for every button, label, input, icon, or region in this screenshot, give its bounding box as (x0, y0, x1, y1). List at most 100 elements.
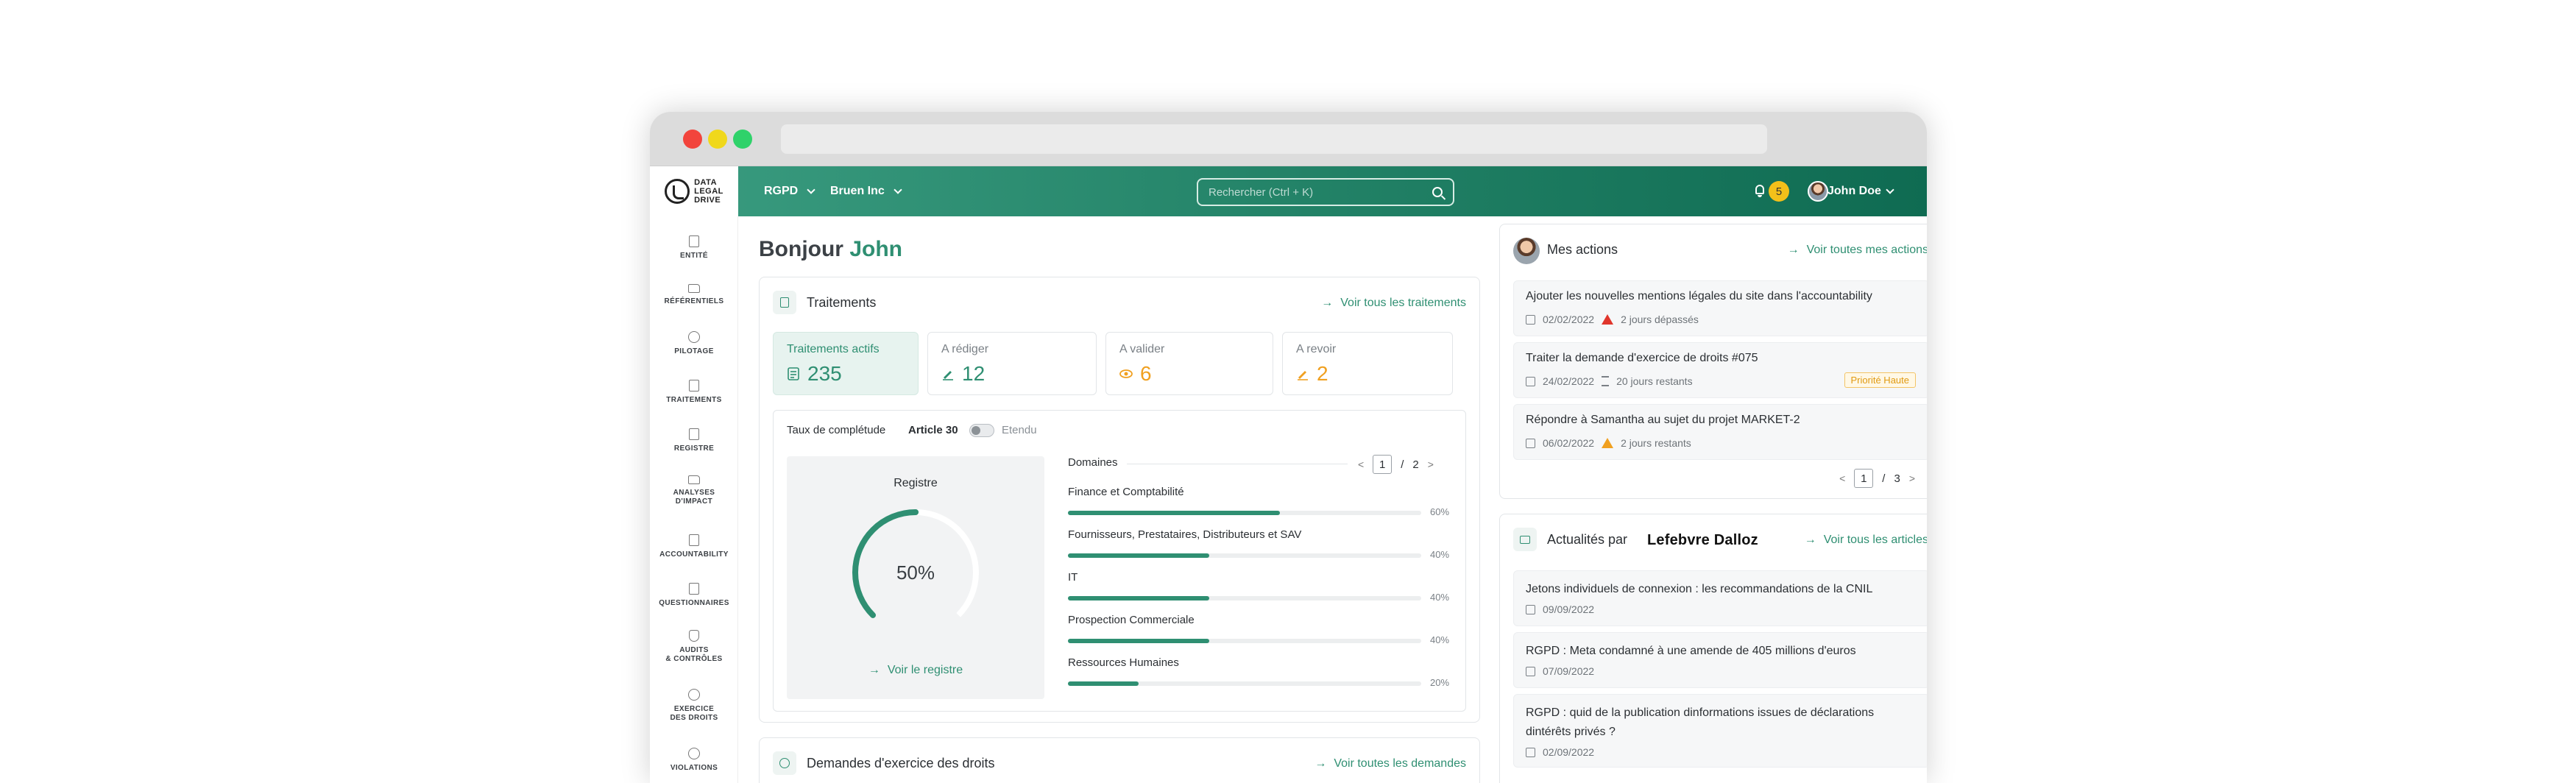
news-item[interactable]: RGPD : Meta condamné à une amende de 405… (1513, 632, 1927, 688)
arrow-right-icon: → (1314, 757, 1327, 770)
action-item[interactable]: Répondre à Samantha au sujet du projet M… (1513, 404, 1927, 460)
stat-a-rediger[interactable]: A rédiger 12 (927, 332, 1097, 395)
chevron-left-icon[interactable]: < (1358, 458, 1364, 470)
actions-title: Mes actions (1547, 242, 1618, 257)
calendar-icon (1526, 376, 1535, 386)
domain-progress (1068, 639, 1209, 643)
calendar-icon (1526, 666, 1535, 676)
sidebar-item-audits[interactable]: AUDITS & CONTRÔLES (650, 630, 738, 664)
view-registre-link[interactable]: → Voir le registre (787, 664, 1044, 677)
chevron-right-icon[interactable]: > (1428, 458, 1434, 470)
pencil-icon (1298, 371, 1308, 380)
sidebar-item-registre[interactable]: REGISTRE (650, 428, 738, 453)
edit-icon (689, 583, 699, 595)
completion-panel: Taux de complétude Article 30 Etendu Reg… (773, 410, 1466, 712)
eye-icon (1119, 369, 1133, 378)
close-window-button[interactable] (683, 130, 702, 149)
fire-icon (688, 748, 700, 759)
view-all-demandes-link[interactable]: → Voir toutes les demandes (1314, 757, 1466, 770)
news-item[interactable]: Jetons individuels de connexion : les re… (1513, 570, 1927, 626)
sidebar-item-accountability[interactable]: ACCOUNTABILITY (650, 534, 738, 559)
user-menu[interactable]: John Doe (1827, 166, 1894, 216)
chevron-down-icon (1886, 185, 1894, 194)
search-icon[interactable] (1432, 187, 1443, 197)
compass-icon (688, 331, 700, 343)
domains-total-pages: 2 (1412, 458, 1419, 471)
chevron-down-icon (894, 185, 902, 194)
maximize-window-button[interactable] (733, 130, 752, 149)
browser-window: DATA LEGAL DRIVE RGPD Bruen Inc 5 John D… (650, 112, 1927, 783)
sidebar-item-violations[interactable]: VIOLATIONS (650, 748, 738, 773)
sidebar-item-exercice-droits[interactable]: EXERCICE DES DROITS (650, 689, 738, 723)
list-document-icon (689, 380, 699, 392)
sidebar-item-referentiels[interactable]: RÉFÉRENTIELS (650, 284, 738, 306)
logo-icon (665, 179, 690, 204)
bell-icon[interactable] (1754, 184, 1766, 197)
sidebar-item-questionnaires[interactable]: QUESTIONNAIRES (650, 583, 738, 608)
warning-orange-icon (1602, 438, 1614, 448)
accountability-icon (689, 534, 699, 546)
actions-current-page[interactable]: 1 (1854, 469, 1874, 488)
domain-row[interactable]: IT 40% (1068, 571, 1451, 603)
notification-badge[interactable]: 5 (1769, 181, 1789, 202)
news-title: Actualités par (1547, 532, 1628, 547)
user-avatar[interactable] (1808, 181, 1828, 202)
domain-row[interactable]: Fournisseurs, Prestataires, Distributeur… (1068, 528, 1451, 560)
traitements-title: Traitements (807, 295, 877, 310)
document-icon (689, 235, 699, 247)
demandes-card: Demandes d'exercice des droits → Voir tou… (759, 737, 1480, 783)
demandes-title: Demandes d'exercice des droits (807, 756, 995, 770)
traitements-card: Traitements → Voir tous les traitements T… (759, 277, 1480, 723)
domains-current-page[interactable]: 1 (1373, 455, 1393, 474)
registre-title: Registre (894, 477, 938, 489)
sidebar-item-entite[interactable]: ENTITÉ (650, 235, 738, 261)
stat-a-revoir[interactable]: A revoir 2 (1282, 332, 1453, 395)
actions-total-pages: 3 (1894, 472, 1900, 485)
arrow-right-icon: → (1787, 244, 1800, 256)
chevron-right-icon[interactable]: > (1909, 472, 1915, 484)
news-item[interactable]: RGPD : quid de la publication dinformati… (1513, 694, 1927, 768)
extended-toggle[interactable] (969, 424, 994, 437)
sidebar-item-analyses-impact[interactable]: ANALYSES D'IMPACT (650, 475, 738, 506)
domain-progress (1068, 681, 1139, 686)
sidebar-item-traitements[interactable]: TRAITEMENTS (650, 380, 738, 405)
calendar-icon (1526, 747, 1535, 757)
registre-gauge-panel: Registre 50% → Voir le registre (787, 456, 1044, 699)
logo-text: DATA LEGAL DRIVE (694, 178, 723, 205)
warning-red-icon (1602, 314, 1614, 325)
domain-row[interactable]: Ressources Humaines 20% (1068, 656, 1451, 688)
sidebar-item-pilotage[interactable]: PILOTAGE (650, 331, 738, 356)
domain-progress (1068, 511, 1280, 515)
hourglass-icon (1602, 376, 1610, 386)
stat-a-valider[interactable]: A valider 6 (1105, 332, 1273, 395)
action-item[interactable]: Ajouter les nouvelles mentions légales d… (1513, 280, 1927, 336)
impact-icon (688, 475, 700, 484)
extended-label: Etendu (1002, 424, 1037, 436)
minimize-window-button[interactable] (708, 130, 727, 149)
actions-pagination: < 1 / 3 > (1839, 469, 1915, 488)
user-name: John Doe (1827, 185, 1881, 197)
sidebar-nav: ENTITÉ RÉFÉRENTIELS PILOTAGE TRAITEMENTS… (650, 216, 738, 783)
arrow-right-icon: → (868, 664, 880, 676)
domain-row[interactable]: Prospection Commerciale 40% (1068, 614, 1451, 645)
view-all-traitements-link[interactable]: → Voir tous les traitements (1321, 297, 1466, 310)
calendar-icon (1526, 438, 1535, 448)
search-input[interactable] (1209, 185, 1432, 199)
rgpd-menu[interactable]: RGPD (764, 166, 815, 216)
calendar-icon (1526, 314, 1535, 325)
app-logo[interactable]: DATA LEGAL DRIVE (650, 166, 738, 216)
domain-row[interactable]: Finance et Comptabilité 60% (1068, 486, 1451, 517)
view-all-actions-link[interactable]: → Voir toutes mes actions (1788, 244, 1927, 257)
chat-icon (688, 689, 700, 701)
main-content: Bonjour John Traitements → Voir tous les … (738, 216, 1927, 783)
actions-card: Mes actions → Voir toutes mes actions Ajo… (1499, 224, 1927, 499)
view-all-articles-link[interactable]: → Voir tous les articles (1805, 534, 1927, 547)
address-bar[interactable] (781, 124, 1767, 154)
arrow-right-icon: → (1804, 534, 1816, 546)
domains-title: Domaines (1068, 456, 1118, 469)
chevron-left-icon[interactable]: < (1839, 472, 1845, 484)
stat-traitements-actifs[interactable]: Traitements actifs 235 (773, 332, 919, 395)
action-item[interactable]: Traiter la demande d'exercice de droits … (1513, 342, 1927, 398)
company-menu[interactable]: Bruen Inc (830, 166, 902, 216)
pencil-icon (943, 371, 953, 380)
